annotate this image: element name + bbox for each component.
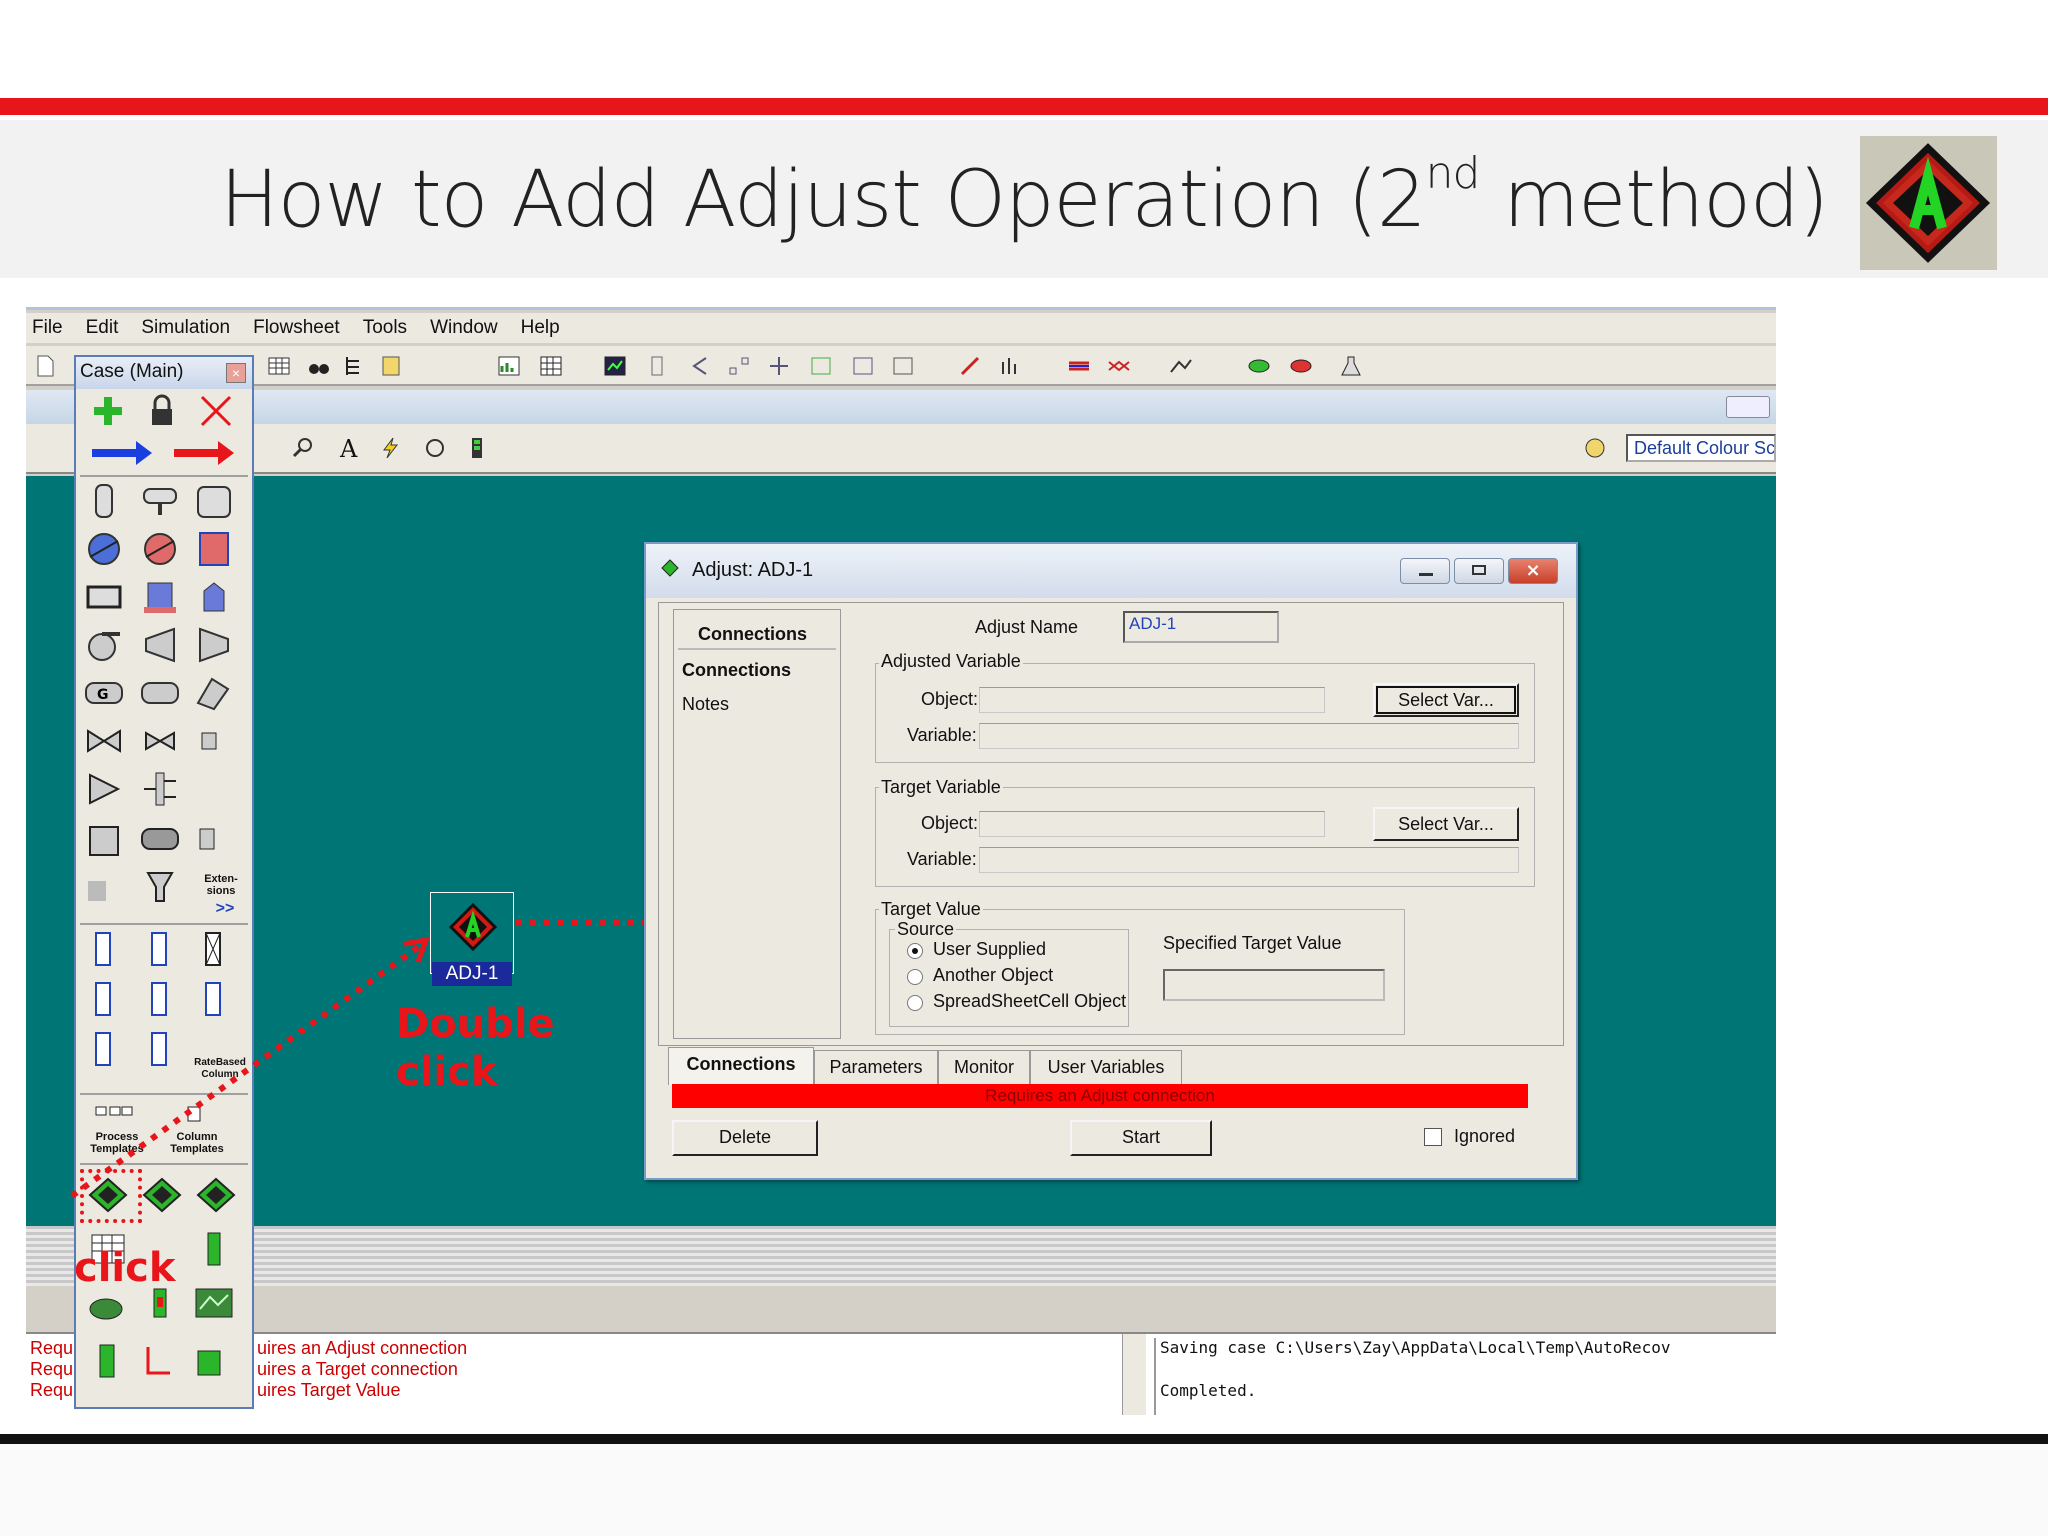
nav-header: Connections (698, 624, 808, 644)
radio-another-object[interactable] (907, 969, 923, 985)
target-object-field[interactable] (979, 811, 1325, 837)
source-legend: Source (895, 919, 957, 940)
adjust-name-input[interactable]: ADJ-1 (1123, 611, 1279, 643)
adjusted-variable-label: Variable: (907, 725, 977, 745)
palette-to-pfd-arrow (70, 943, 422, 1199)
specified-target-label: Specified Target Value (1163, 933, 1342, 953)
tab-connections[interactable]: Connections (668, 1047, 814, 1085)
radio-user-supplied-label[interactable]: User Supplied (933, 939, 1046, 960)
tab-user-variables[interactable]: User Variables (1030, 1050, 1182, 1084)
delete-button[interactable]: Delete (672, 1120, 818, 1156)
dialog-tabs: Connections Parameters Monitor User Vari… (668, 1047, 1548, 1086)
slide-bottom-bar (0, 1434, 2048, 1444)
specified-target-input[interactable] (1163, 969, 1385, 1001)
adjusted-object-label: Object: (921, 689, 979, 709)
dialog-title-bar: Adjust: ADJ-1 × (646, 544, 1576, 598)
status-bar: Requires an Adjust connection (672, 1084, 1528, 1108)
ignored-label[interactable]: Ignored (1454, 1126, 1515, 1147)
click-annotation: click (74, 1245, 176, 1291)
target-value-legend: Target Value (879, 899, 983, 920)
target-variable-field[interactable] (979, 847, 1519, 873)
slide: How to Add Adjust Operation (2nd method)… (0, 0, 2048, 1536)
adjusted-variable-legend: Adjusted Variable (879, 651, 1023, 672)
target-variable-label: Variable: (907, 849, 977, 869)
slide-bottom-band (0, 1444, 2048, 1536)
dialog-body: Connections Connections Notes Adjust Nam… (658, 602, 1564, 1046)
target-select-var-button[interactable]: Select Var... (1373, 807, 1519, 841)
nav-item-notes[interactable]: Notes (682, 694, 729, 715)
adjusted-object-field[interactable] (979, 687, 1325, 713)
nav-item-connections[interactable]: Connections (682, 660, 791, 681)
radio-another-object-label[interactable]: Another Object (933, 965, 1053, 986)
target-variable-legend: Target Variable (879, 777, 1003, 798)
adjust-small-icon (661, 559, 679, 577)
radio-user-supplied[interactable] (907, 943, 923, 959)
start-button[interactable]: Start (1070, 1120, 1212, 1156)
tab-monitor[interactable]: Monitor (938, 1050, 1030, 1084)
adjusted-variable-field[interactable] (979, 723, 1519, 749)
dialog-title: Adjust: ADJ-1 (692, 559, 814, 581)
target-object-label: Object: (921, 813, 979, 833)
double-click-annotation: Double click (396, 1001, 555, 1095)
minimize-button[interactable] (1400, 558, 1450, 584)
adjusted-select-var-button[interactable]: Select Var... (1373, 683, 1519, 717)
dialog-nav: Connections Connections Notes (673, 609, 841, 1039)
maximize-button[interactable] (1454, 558, 1504, 584)
ignored-checkbox[interactable] (1424, 1128, 1442, 1146)
adjust-dialog: Adjust: ADJ-1 × Connections Connections … (644, 542, 1578, 1180)
radio-spreadsheet-cell-label[interactable]: SpreadSheetCell Object (933, 991, 1126, 1012)
adjust-name-label: Adjust Name (975, 617, 1079, 637)
close-button[interactable]: × (1508, 558, 1558, 584)
tab-parameters[interactable]: Parameters (814, 1050, 938, 1084)
radio-spreadsheet-cell[interactable] (907, 995, 923, 1011)
